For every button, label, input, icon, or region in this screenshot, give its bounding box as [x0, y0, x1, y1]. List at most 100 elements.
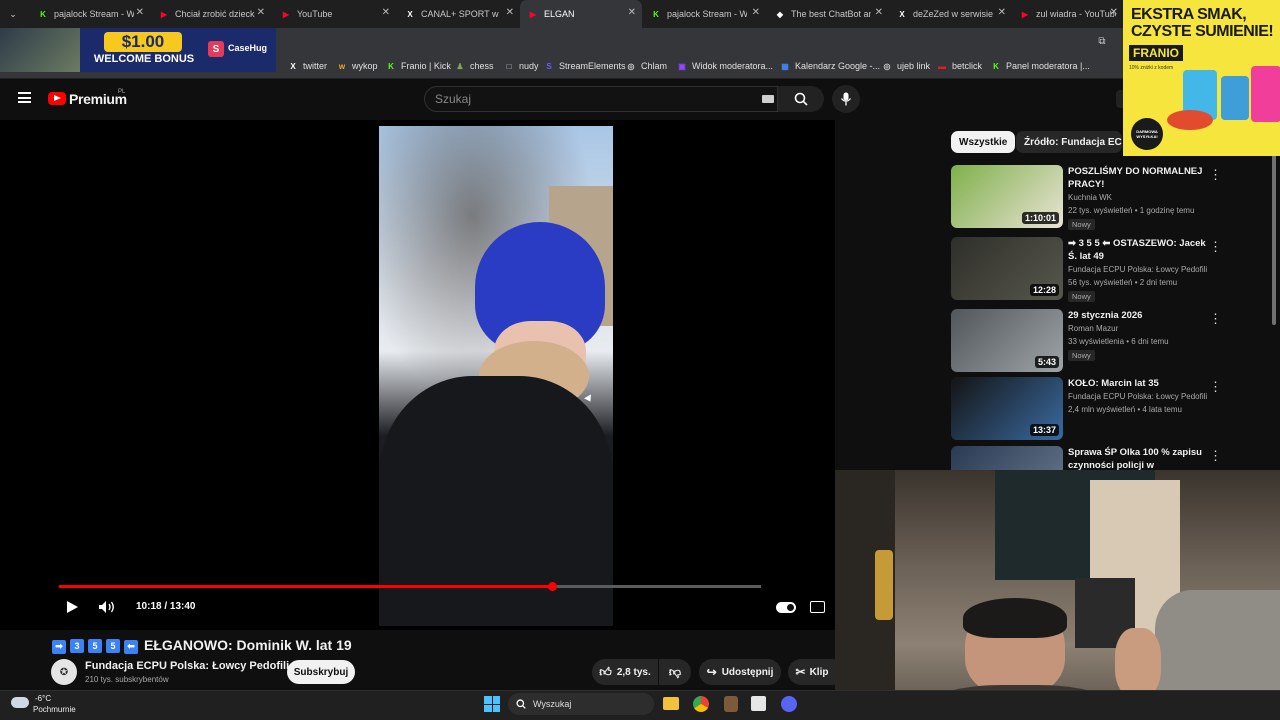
- tab-title: Chciał zrobić dziecko: [175, 9, 255, 19]
- browser-tab[interactable]: XdeZeZed w serwisie ✕: [889, 0, 1012, 28]
- recommended-channel[interactable]: Fundacja ECPU Polska: Łowcy Pedofili: [1068, 392, 1207, 401]
- autoplay-toggle[interactable]: [776, 602, 796, 613]
- more-options-icon[interactable]: ⋮: [1209, 239, 1222, 255]
- bookmark-item[interactable]: □ nudy: [504, 56, 539, 76]
- file-explorer-icon[interactable]: [663, 697, 679, 710]
- scrollbar-thumb[interactable]: [1272, 150, 1276, 325]
- more-options-icon[interactable]: ⋮: [1209, 167, 1222, 183]
- progress-played[interactable]: [59, 585, 553, 588]
- more-options-icon[interactable]: ⋮: [1209, 448, 1222, 464]
- bookmark-icon: S: [546, 61, 552, 71]
- tab-close-icon[interactable]: ✕: [875, 7, 883, 18]
- cloud-icon: [11, 697, 29, 708]
- bookmark-item[interactable]: S StreamElements: [544, 56, 625, 76]
- bookmark-icon: ▣: [678, 61, 686, 71]
- chip-source[interactable]: Źródło: Fundacja ECPU P: [1016, 131, 1122, 153]
- video-thumbnail[interactable]: 13:37: [951, 377, 1063, 440]
- recommended-title[interactable]: ➡ 3 5 5 ⬅ OSTASZEWO: Jacek Ś. lat 49: [1068, 237, 1208, 263]
- thumbs-down-icon: 👎︎: [668, 664, 682, 679]
- dislike-button[interactable]: 👎︎: [659, 659, 691, 685]
- recommended-video[interactable]: 5:43 29 stycznia 2026 Roman Mazur 33 wyświe…: [951, 309, 1231, 373]
- bookmark-icon: ♟: [456, 61, 464, 71]
- menu-icon[interactable]: [18, 92, 31, 103]
- share-button[interactable]: ↪ Udostępnij: [699, 659, 781, 685]
- bookmark-icon: K: [993, 61, 999, 71]
- streamer-hair: [963, 598, 1067, 638]
- bookmark-label: Chlam: [641, 61, 668, 71]
- play-button[interactable]: [64, 599, 80, 615]
- browser-tab[interactable]: ▶ ELGAN ✕: [520, 0, 642, 28]
- browser-tab[interactable]: ▶ zul wiadra - YouTube ✕: [1012, 0, 1124, 28]
- subtitles-icon[interactable]: [810, 601, 825, 613]
- channel-avatar[interactable]: ✪: [51, 659, 77, 685]
- chrome-icon[interactable]: [693, 696, 709, 712]
- casehug-ad-banner[interactable]: $1.00 WELCOME BONUS S CaseHug: [0, 28, 276, 72]
- video-thumbnail[interactable]: 12:28: [951, 237, 1063, 300]
- recommended-meta: 22 tys. wyświetleń • 1 godzinę temu: [1068, 206, 1195, 215]
- recommended-title[interactable]: KOŁO: Marcin lat 35: [1068, 377, 1208, 390]
- browser-tab[interactable]: ▶ Chciał zrobić dziecko ✕: [151, 0, 271, 28]
- bookmark-item[interactable]: ◎ Chlam: [626, 56, 668, 76]
- streamer-hand: [1115, 628, 1161, 698]
- tab-close-icon[interactable]: ✕: [628, 7, 636, 18]
- time-display: 10:18 / 13:40: [136, 601, 196, 612]
- recommended-title[interactable]: POSZLIŚMY DO NORMALNEJ PRACY!: [1068, 165, 1208, 191]
- tab-close-icon[interactable]: ✕: [998, 7, 1006, 18]
- volume-button[interactable]: [98, 600, 118, 616]
- like-button[interactable]: 👍︎ 2,8 tys.: [592, 659, 658, 685]
- tab-close-icon[interactable]: ✕: [136, 7, 144, 18]
- browser-tab[interactable]: Kpajalock Stream - Wa ✕: [643, 0, 766, 28]
- subscribe-button[interactable]: Subskrybuj: [287, 660, 355, 684]
- more-options-icon[interactable]: ⋮: [1209, 311, 1222, 327]
- browser-tab[interactable]: Kpajalock Stream - Wa ✕: [30, 0, 150, 28]
- recommended-video[interactable]: 12:28 ➡ 3 5 5 ⬅ OSTASZEWO: Jacek Ś. lat 4…: [951, 237, 1231, 302]
- bookmark-item[interactable]: w wykop: [337, 56, 378, 76]
- voice-search-button[interactable]: [832, 85, 860, 113]
- app-icon[interactable]: [724, 696, 738, 712]
- bookmark-item[interactable]: ◎ ujeb link: [882, 56, 931, 76]
- discord-icon[interactable]: [781, 696, 797, 712]
- recommended-channel[interactable]: Fundacja ECPU Polska: Łowcy Pedofili: [1068, 265, 1207, 274]
- tab-search-icon[interactable]: ⌄: [6, 7, 20, 21]
- app-icon-2[interactable]: [751, 696, 766, 711]
- bookmark-item[interactable]: K Panel moderatora |...: [991, 56, 1090, 76]
- video-thumbnail[interactable]: 1:10:01: [951, 165, 1063, 228]
- bookmark-item[interactable]: ♟ chess: [455, 56, 493, 76]
- video-frame[interactable]: [379, 126, 613, 626]
- cast-icon[interactable]: ⧉: [1094, 33, 1110, 49]
- search-input[interactable]: Szukaj: [424, 86, 778, 112]
- search-button[interactable]: [778, 86, 824, 112]
- windows-start-icon[interactable]: [484, 696, 500, 712]
- recommended-title[interactable]: 29 stycznia 2026: [1068, 309, 1208, 322]
- bookmark-item[interactable]: ▦ Kalendarz Google -...: [780, 56, 880, 76]
- tab-close-icon[interactable]: ✕: [1110, 7, 1118, 18]
- browser-tab[interactable]: ▶ YouTube ✕: [273, 0, 396, 28]
- bookmark-item[interactable]: K Franio | Kick: [386, 56, 451, 76]
- tab-favicon-icon: K: [40, 9, 46, 19]
- youtube-logo-icon[interactable]: [48, 92, 66, 105]
- recommended-video[interactable]: 13:37 KOŁO: Marcin lat 35 Fundacja ECPU Po…: [951, 377, 1231, 441]
- video-thumbnail[interactable]: 5:43: [951, 309, 1063, 372]
- weather-desc[interactable]: Pochmurnie: [33, 705, 76, 714]
- channel-name[interactable]: Fundacja ECPU Polska: Łowcy Pedofili: [85, 660, 289, 672]
- weather-temp[interactable]: -6°C: [35, 694, 51, 703]
- more-options-icon[interactable]: ⋮: [1209, 379, 1222, 395]
- recommended-video[interactable]: 1:10:01 POSZLIŚMY DO NORMALNEJ PRACY! Kuch…: [951, 165, 1231, 230]
- bookmark-item[interactable]: ▣ Widok moderatora...: [677, 56, 773, 76]
- bookmark-item[interactable]: Xtwitter: [288, 56, 327, 76]
- tab-close-icon[interactable]: ✕: [752, 7, 760, 18]
- recommended-channel[interactable]: Roman Mazur: [1068, 324, 1118, 333]
- scissors-icon: ✂: [795, 665, 806, 679]
- tab-close-icon[interactable]: ✕: [506, 7, 514, 18]
- tab-close-icon[interactable]: ✕: [257, 7, 265, 18]
- tab-close-icon[interactable]: ✕: [382, 7, 390, 18]
- franio-ad-banner[interactable]: EKSTRA SMAK, CZYSTE SUMIENIE! FRANIO 10%…: [1123, 0, 1280, 156]
- taskbar-search[interactable]: Wyszukaj: [508, 693, 654, 715]
- clip-button[interactable]: ✂ Klip: [788, 659, 836, 685]
- bookmark-item[interactable]: ▬ betclick: [937, 56, 982, 76]
- browser-tab[interactable]: ◆ The best ChatBot and ✕: [767, 0, 889, 28]
- chip-all[interactable]: Wszystkie: [951, 131, 1016, 153]
- keyboard-icon[interactable]: [762, 95, 774, 103]
- browser-tab[interactable]: X CANAL+ SPORT w se ✕: [397, 0, 520, 28]
- recommended-channel[interactable]: Kuchnia WK: [1068, 193, 1112, 202]
